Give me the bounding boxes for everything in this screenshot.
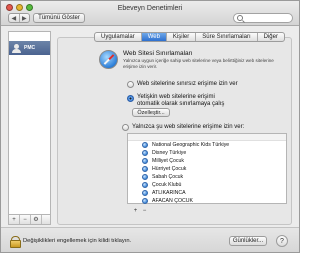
site-label: ATLIKARINCA [152, 190, 186, 196]
user-icon [12, 43, 21, 53]
safari-compass-icon [99, 50, 118, 69]
add-site-button[interactable]: + [131, 207, 140, 215]
search-input[interactable] [233, 13, 293, 23]
globe-icon [142, 158, 148, 164]
add-user-button[interactable]: + [9, 215, 20, 224]
allow-only-these-sites-label[interactable]: Yalnızca şu web sitelerine erişime izin … [132, 124, 244, 131]
tab-applications[interactable]: Uygulamalar [95, 33, 142, 41]
back-forward-control: ◀ ▶ [8, 13, 30, 23]
globe-icon [142, 166, 148, 172]
limit-adult-sites-label-line2[interactable]: otomatik olarak sınırlamaya çalış [137, 101, 224, 108]
tab-time-limits[interactable]: Süre Sınırlamaları [196, 33, 258, 41]
globe-icon [142, 142, 148, 148]
site-label: Çocuk Klubü [152, 182, 182, 188]
sidebar-item-user[interactable]: PMC [9, 41, 50, 55]
list-item[interactable]: Milliyet Çocuk [142, 157, 184, 165]
list-item[interactable]: National Geographic Kids Türkiye [142, 141, 229, 149]
remove-site-button[interactable]: − [140, 207, 149, 215]
section-title: Web Sitesi Sınırlamaları [123, 50, 193, 57]
globe-icon [142, 174, 148, 180]
forward-arrow-icon[interactable]: ▶ [20, 14, 30, 22]
globe-icon [142, 198, 148, 204]
unrestricted-access-radio[interactable] [127, 81, 134, 88]
sidebar-item-label: PMC [24, 45, 36, 51]
tab-other[interactable]: Diğer [258, 33, 284, 41]
section-description: Yalnızca uygun içeriğe sahip web siteler… [123, 58, 274, 69]
search-icon [237, 15, 243, 21]
show-all-button[interactable]: Tümünü Göster [33, 13, 85, 23]
window-title: Ebeveyn Denetimleri [117, 5, 183, 12]
site-label: Sabah Çocuk [152, 174, 184, 180]
title-bar: Ebeveyn Denetimleri ◀ ▶ Tümünü Göster [1, 1, 299, 26]
user-sidebar: PMC [8, 31, 51, 215]
unrestricted-access-label[interactable]: Web sitelerine sınırsız erişime izin ver [137, 81, 238, 88]
tab-web[interactable]: Web [141, 33, 167, 41]
site-label: Disney Türkiye [152, 150, 187, 156]
parental-controls-window: Ebeveyn Denetimleri ◀ ▶ Tümünü Göster PM… [0, 0, 300, 253]
list-item[interactable]: Çocuk Klubü [142, 181, 181, 189]
globe-icon [142, 150, 148, 156]
help-button[interactable]: ? [276, 235, 288, 247]
allowed-sites-list: National Geographic Kids Türkiye Disney … [127, 133, 287, 204]
limit-adult-sites-radio[interactable] [127, 95, 134, 102]
site-label: Hürriyet Çocuk [152, 166, 187, 172]
site-list-buttons: + − [131, 207, 149, 215]
customize-button[interactable]: Özelleştir... [132, 108, 170, 117]
lock-message: Değişiklikleri engellemek için kilidi tı… [23, 238, 132, 244]
list-item[interactable]: Sabah Çocuk [142, 173, 183, 181]
site-label: Milliyet Çocuk [152, 158, 184, 164]
list-item[interactable]: Disney Türkiye [142, 149, 186, 157]
list-group-header [128, 134, 286, 141]
list-item[interactable]: AFACAN ÇOCUK [142, 197, 193, 205]
logs-button[interactable]: Günlükler... [229, 236, 267, 246]
site-label: National Geographic Kids Türkiye [152, 142, 230, 148]
globe-icon [142, 182, 148, 188]
bottom-bar: Değişiklikleri engellemek için kilidi tı… [1, 227, 299, 252]
lock-icon[interactable] [10, 236, 21, 248]
tab-bar: Uygulamalar Web Kişiler Süre Sınırlamala… [94, 32, 285, 42]
sidebar-button-bar: + − ⚙ [8, 215, 51, 225]
list-item[interactable]: Hürriyet Çocuk [142, 165, 186, 173]
site-label: AFACAN ÇOCUK [152, 198, 193, 204]
back-arrow-icon[interactable]: ◀ [9, 14, 20, 22]
tab-people[interactable]: Kişiler [167, 33, 197, 41]
limit-adult-sites-label-line1[interactable]: Yetişkin web sitelerine erişimi [137, 94, 215, 101]
globe-icon [142, 190, 148, 196]
list-item[interactable]: ATLIKARINCA [142, 189, 186, 197]
remove-user-button[interactable]: − [20, 215, 31, 224]
gear-icon[interactable]: ⚙ [31, 215, 42, 224]
allow-only-these-sites-radio[interactable] [122, 124, 129, 131]
